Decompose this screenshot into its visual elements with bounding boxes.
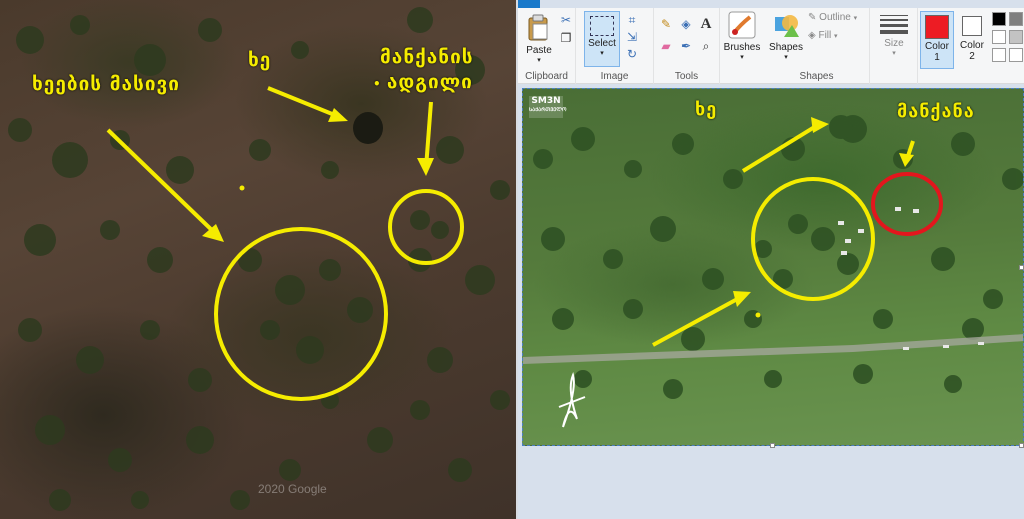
paste-label: Paste: [526, 45, 552, 56]
car-circle: [871, 172, 943, 236]
label-car-place-line1: მანქანის: [380, 46, 474, 68]
select-dropdown-icon[interactable]: ▾: [585, 49, 619, 57]
satellite-image-left: ხეების მასივი ხე მანქანის • ადგილი 2020 …: [0, 0, 516, 519]
tools-group: ✎ ◈ A ▰ ✒ ⌕ Tools: [654, 8, 720, 84]
outline-label: Outline: [819, 12, 851, 23]
clipboard-group-label: Clipboard: [525, 71, 568, 82]
file-tab[interactable]: [518, 0, 540, 8]
rotate-icon[interactable]: ↻: [624, 46, 640, 62]
shapes-icon: [775, 15, 799, 37]
color2-number: 2: [969, 51, 975, 62]
screenshot-root: ხეების მასივი ხე მანქანის • ადგილი 2020 …: [0, 0, 1024, 519]
text-icon[interactable]: A: [698, 16, 714, 32]
color1-button[interactable]: Color 1: [920, 11, 954, 69]
canvas-label-car: მანქანა: [897, 101, 975, 122]
select-button[interactable]: Select ▾: [584, 11, 620, 67]
palette-swatch-gray[interactable]: [1009, 12, 1023, 26]
aerial-photo-layer: [523, 115, 1023, 428]
magnifier-icon[interactable]: ⌕: [698, 38, 714, 54]
label-tree: ხე: [248, 49, 272, 71]
image-group: Select ▾ ⌗ ⇲ ↻ Image: [576, 8, 654, 84]
fill-button[interactable]: ◈ Fill ▾: [808, 30, 838, 41]
copy-icon[interactable]: ❐: [558, 30, 574, 46]
size-dropdown-icon[interactable]: ▾: [876, 49, 912, 57]
outline-icon: ✎: [808, 12, 820, 23]
color2-label: Color: [960, 40, 984, 51]
palette-swatch-empty-2[interactable]: [1009, 48, 1023, 62]
palette-swatch-white[interactable]: [992, 30, 1006, 44]
select-icon: [590, 16, 614, 36]
fill-label: Fill: [818, 30, 832, 41]
color-picker-icon[interactable]: ✒: [678, 38, 694, 54]
fill-bucket-icon[interactable]: ◈: [678, 16, 694, 32]
palette-swatch-empty-1[interactable]: [992, 48, 1006, 62]
crop-icon[interactable]: ⌗: [624, 12, 640, 28]
single-tree-dark: [353, 112, 383, 144]
resize-icon[interactable]: ⇲: [624, 29, 640, 45]
fill-icon: ◈: [808, 30, 819, 41]
color1-label: Color: [925, 41, 949, 52]
size-lines-icon: [880, 15, 908, 34]
color2-button[interactable]: Color 2: [956, 11, 988, 69]
shapes-button[interactable]: Shapes ▾: [768, 11, 804, 67]
paint-window: Paste ▾ ✂ ❐ Clipboard Select ▾ ⌗ ⇲ ↻ Ima…: [518, 0, 1024, 519]
brushes-button[interactable]: Brushes ▾: [722, 11, 762, 67]
label-trees-massive: ხეების მასივი: [32, 73, 180, 95]
arrow-to-trees: [106, 128, 220, 238]
logo-line1: SM3N: [531, 96, 561, 106]
color2-swatch: [962, 16, 982, 36]
paste-dropdown-icon[interactable]: ▾: [522, 56, 556, 64]
color1-swatch: [925, 15, 949, 39]
news-logo: SM3N ᲡᲐᲥᲐᲠᲗᲕᲔᲚᲝ: [529, 96, 567, 118]
shapes-group: Shapes ▾ ✎ Outline ▾ ◈ Fill ▾ Shapes: [764, 8, 870, 84]
shapes-group-label: Shapes: [799, 71, 834, 82]
cut-icon[interactable]: ✂: [558, 12, 574, 28]
ribbon: Paste ▾ ✂ ❐ Clipboard Select ▾ ⌗ ⇲ ↻ Ima…: [518, 8, 1024, 84]
canvas-area: SM3N ᲡᲐᲥᲐᲠᲗᲕᲔᲚᲝ ხე მანქანა: [518, 85, 1024, 519]
resize-handle-corner[interactable]: [1019, 443, 1024, 448]
google-watermark: 2020 Google: [258, 482, 327, 496]
logo-line2: ᲡᲐᲥᲐᲠᲗᲕᲔᲚᲝ: [529, 107, 567, 113]
eraser-icon[interactable]: ▰: [658, 38, 674, 54]
drawing-canvas[interactable]: SM3N ᲡᲐᲥᲐᲠᲗᲕᲔᲚᲝ ხე მანქანა: [522, 88, 1024, 446]
color1-number: 1: [934, 52, 940, 63]
canvas-label-tree: ხე: [695, 99, 718, 120]
size-button[interactable]: Size ▾: [876, 11, 912, 67]
palette-swatch-lightgray[interactable]: [1009, 30, 1023, 44]
shapes-label: Shapes: [769, 42, 803, 53]
resize-handle-right[interactable]: [1019, 265, 1024, 270]
arrow-to-tree: [741, 121, 823, 173]
paste-icon: [528, 14, 548, 41]
brush-icon: [728, 11, 756, 39]
pencil-icon[interactable]: ✎: [658, 16, 674, 32]
brushes-label: Brushes: [723, 42, 761, 53]
tools-group-label: Tools: [674, 71, 699, 82]
brushes-dropdown-icon[interactable]: ▾: [722, 53, 762, 61]
paste-button[interactable]: Paste ▾: [522, 12, 556, 68]
size-label: Size: [884, 38, 904, 49]
size-group: Size ▾: [870, 8, 918, 84]
label-car-place-line2: • ადგილი: [373, 71, 473, 93]
select-label: Select: [588, 38, 616, 49]
shapes-dropdown-icon[interactable]: ▾: [768, 53, 804, 61]
image-group-label: Image: [600, 71, 629, 82]
resize-handle-bottom[interactable]: [770, 443, 775, 448]
clipboard-group: Paste ▾ ✂ ❐ Clipboard: [518, 8, 576, 84]
brushes-group: Brushes ▾: [720, 8, 764, 84]
palette-swatch-black[interactable]: [992, 12, 1006, 26]
outline-button[interactable]: ✎ Outline ▾: [808, 12, 857, 23]
road: [523, 334, 1023, 364]
arrow-to-tree: [267, 86, 343, 120]
